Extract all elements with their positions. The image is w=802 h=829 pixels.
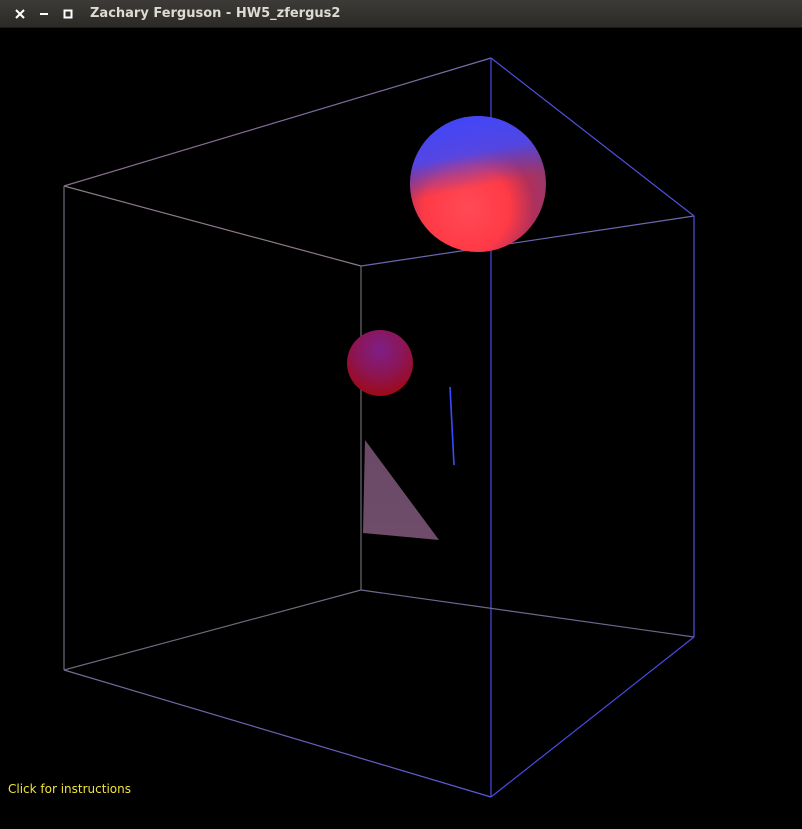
app-window: Zachary Ferguson - HW5_zfergus2 Click fo… xyxy=(0,0,802,829)
scene-canvas xyxy=(63,57,695,798)
small-sphere xyxy=(347,330,413,396)
instructions-link[interactable]: Click for instructions xyxy=(8,782,131,796)
triangle xyxy=(363,440,439,540)
window-title: Zachary Ferguson - HW5_zfergus2 xyxy=(90,6,341,21)
title-bar[interactable]: Zachary Ferguson - HW5_zfergus2 xyxy=(0,0,802,28)
maximize-icon[interactable] xyxy=(61,7,75,21)
line-segment xyxy=(449,386,455,466)
wireframe-cube xyxy=(63,57,695,798)
large-sphere xyxy=(410,116,546,252)
close-icon[interactable] xyxy=(13,7,27,21)
minimize-icon[interactable] xyxy=(37,7,51,21)
gl-viewport[interactable]: Click for instructions xyxy=(0,28,802,829)
